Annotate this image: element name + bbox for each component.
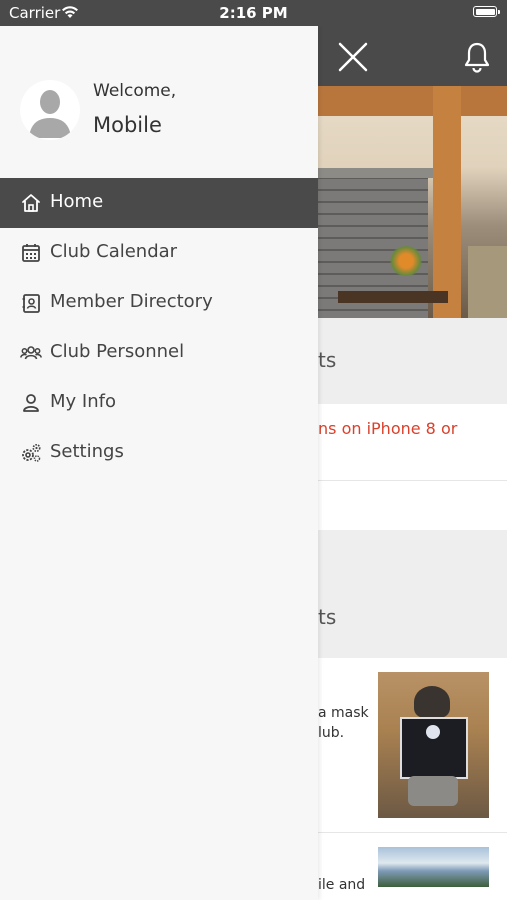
section-title-2: ts [318, 605, 337, 629]
notification-bell-icon[interactable] [461, 40, 493, 74]
menu-item-member-directory[interactable]: Member Directory [0, 278, 318, 328]
user-silhouette-icon [29, 90, 71, 138]
gears-icon [22, 443, 41, 462]
alert-row[interactable] [318, 404, 507, 481]
welcome-label: Welcome, [93, 81, 177, 101]
user-icon [23, 394, 39, 412]
menu-item-label: Home [50, 191, 104, 212]
section-header-2 [318, 530, 507, 658]
drawer-menu: Home Club Calendar Member Directory Club… [0, 178, 318, 478]
menu-item-label: Settings [50, 441, 124, 462]
news-thumbnail-2[interactable] [378, 847, 489, 887]
menu-item-home[interactable]: Home [0, 178, 318, 228]
hero-image [318, 86, 507, 318]
menu-item-label: Member Directory [50, 291, 213, 312]
group-icon [20, 346, 42, 360]
menu-item-label: Club Personnel [50, 341, 185, 362]
user-name: Mobile [93, 113, 162, 137]
menu-item-label: Club Calendar [50, 241, 178, 262]
news-item-text-2[interactable]: ile and [318, 877, 365, 893]
calendar-icon [22, 244, 40, 262]
avatar[interactable] [20, 80, 80, 140]
divider [318, 832, 507, 833]
list-row[interactable] [318, 481, 507, 529]
menu-item-my-info[interactable]: My Info [0, 378, 318, 428]
alert-text: ns on iPhone 8 or [318, 419, 458, 438]
menu-item-label: My Info [50, 391, 116, 412]
close-icon[interactable] [336, 40, 370, 74]
home-icon [22, 194, 40, 212]
clock: 2:16 PM [219, 4, 288, 22]
section-title-1: ts [318, 348, 337, 372]
battery-icon [473, 6, 500, 17]
menu-item-settings[interactable]: Settings [0, 428, 318, 478]
news-thumbnail[interactable] [378, 672, 489, 818]
menu-item-club-calendar[interactable]: Club Calendar [0, 228, 318, 278]
side-drawer: Welcome, Mobile Home Club Calendar Membe… [0, 26, 318, 900]
news-item-text[interactable]: a mask lub. [318, 703, 369, 743]
status-bar: Carrier 2:16 PM [0, 0, 507, 26]
menu-item-club-personnel[interactable]: Club Personnel [0, 328, 318, 378]
section-header-1 [318, 318, 507, 404]
news-line-1: a mask [318, 705, 369, 721]
contact-book-icon [22, 294, 40, 313]
news-line-2: lub. [318, 725, 345, 741]
